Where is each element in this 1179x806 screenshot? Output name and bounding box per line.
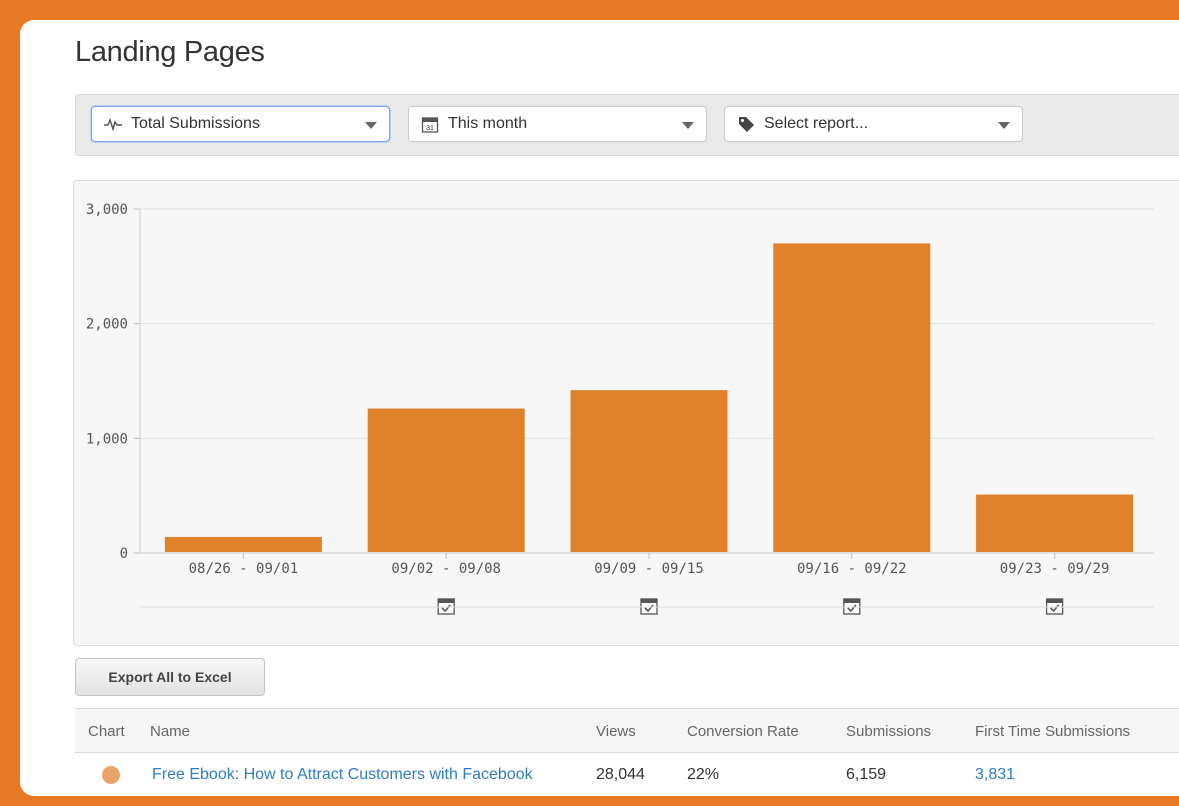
views-value: 28,044 [596, 766, 645, 783]
y-tick-label: 0 [120, 546, 128, 562]
column-header-first-time-submissions[interactable]: First Time Submissions [975, 709, 1130, 753]
metric-select[interactable]: Total Submissions [91, 106, 390, 142]
calendar-icon: 31 [421, 115, 439, 133]
export-excel-button[interactable]: Export All to Excel [75, 658, 265, 696]
column-header-chart[interactable]: Chart [88, 709, 125, 753]
chevron-down-icon [682, 122, 694, 129]
date-range-select[interactable]: 31 This month [408, 106, 707, 142]
report-select-label: Select report... [764, 115, 869, 132]
column-header-submissions[interactable]: Submissions [846, 709, 931, 753]
x-tick-label: 09/23 - 09/29 [1000, 561, 1110, 577]
chart-toggle[interactable] [102, 753, 120, 796]
landing-page-name-link[interactable]: Free Ebook: How to Attract Customers wit… [152, 753, 533, 796]
filter-bar: Total Submissions 31 This month Select r… [75, 94, 1179, 156]
activity-pulse-icon [104, 115, 122, 133]
y-tick-label: 1,000 [86, 431, 128, 447]
metric-select-label: Total Submissions [131, 115, 260, 132]
landing-pages-table: Chart Name Views Conversion Rate Submiss… [75, 708, 1179, 796]
x-tick-label: 09/09 - 09/15 [594, 561, 704, 577]
conversion-rate-value: 22% [687, 766, 720, 783]
chart-bar[interactable] [164, 536, 322, 552]
chart-bar[interactable] [367, 408, 525, 552]
column-header-conversion-rate[interactable]: Conversion Rate [687, 709, 799, 753]
chevron-down-icon [365, 122, 377, 129]
column-header-views[interactable]: Views [596, 709, 636, 753]
table-row: Free Ebook: How to Attract Customers wit… [75, 753, 1179, 796]
y-tick-label: 2,000 [86, 317, 128, 333]
submissions-bar-chart: 0 1,000 2,000 3,000 08/26 - 09/01 09/02 - 09/… [86, 202, 1154, 615]
table-header: Chart Name Views Conversion Rate Submiss… [75, 709, 1179, 753]
x-tick-label: 09/16 - 09/22 [797, 561, 907, 577]
chevron-down-icon [998, 122, 1010, 129]
column-header-name[interactable]: Name [150, 709, 190, 753]
chart-bar[interactable] [570, 390, 728, 552]
chart-bar[interactable] [976, 494, 1134, 552]
x-tick-label: 09/02 - 09/08 [391, 561, 501, 577]
chart-bar[interactable] [773, 243, 931, 552]
chart-container: 0 1,000 2,000 3,000 08/26 - 09/01 09/02 - 09/… [73, 180, 1179, 646]
date-range-label: This month [448, 115, 528, 132]
report-select[interactable]: Select report... [724, 106, 1023, 142]
x-tick-label: 08/26 - 09/01 [189, 561, 299, 577]
first-time-submissions-link[interactable]: 3,831 [975, 753, 1015, 796]
tag-icon [737, 115, 755, 133]
main-panel: Landing Pages Total Submissions 31 This … [20, 20, 1179, 796]
submissions-value: 6,159 [846, 766, 887, 783]
series-color-dot [102, 766, 120, 784]
y-tick-label: 3,000 [86, 202, 128, 218]
calendar-day-text: 31 [426, 125, 434, 132]
page-title: Landing Pages [75, 36, 265, 68]
